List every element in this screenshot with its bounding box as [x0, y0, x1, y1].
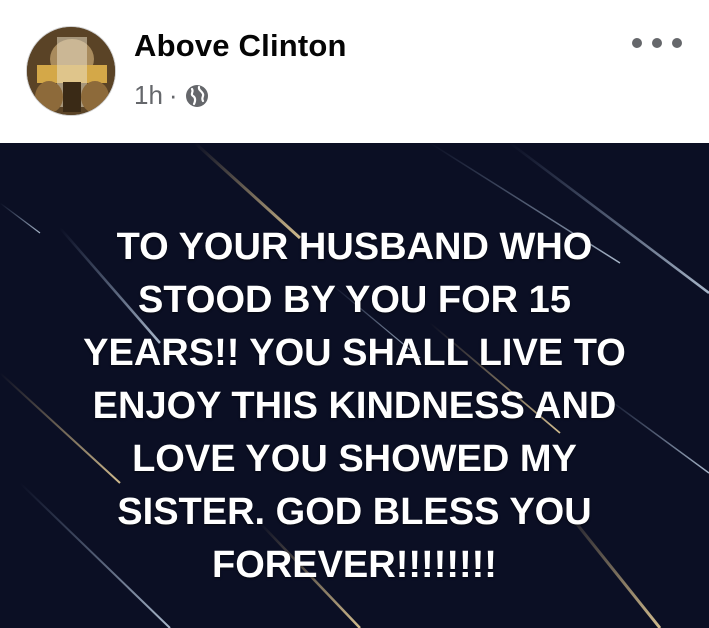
post-meta: 1h · — [134, 80, 210, 111]
author-name[interactable]: Above Clinton — [134, 28, 347, 64]
avatar-photo — [27, 27, 115, 115]
post-header: Above Clinton 1h · — [0, 0, 709, 140]
post-text: TO YOUR HUSBAND WHO STOOD BY YOU FOR 15 … — [83, 226, 626, 586]
author-avatar[interactable] — [26, 26, 116, 116]
more-options-icon[interactable] — [632, 28, 682, 58]
post-time[interactable]: 1h — [134, 80, 163, 111]
more-dot-icon — [672, 38, 682, 48]
meta-separator: · — [168, 80, 178, 110]
globe-icon[interactable] — [184, 83, 210, 109]
more-dot-icon — [632, 38, 642, 48]
more-dot-icon — [652, 38, 662, 48]
post-background[interactable]: TO YOUR HUSBAND WHO STOOD BY YOU FOR 15 … — [0, 143, 709, 628]
